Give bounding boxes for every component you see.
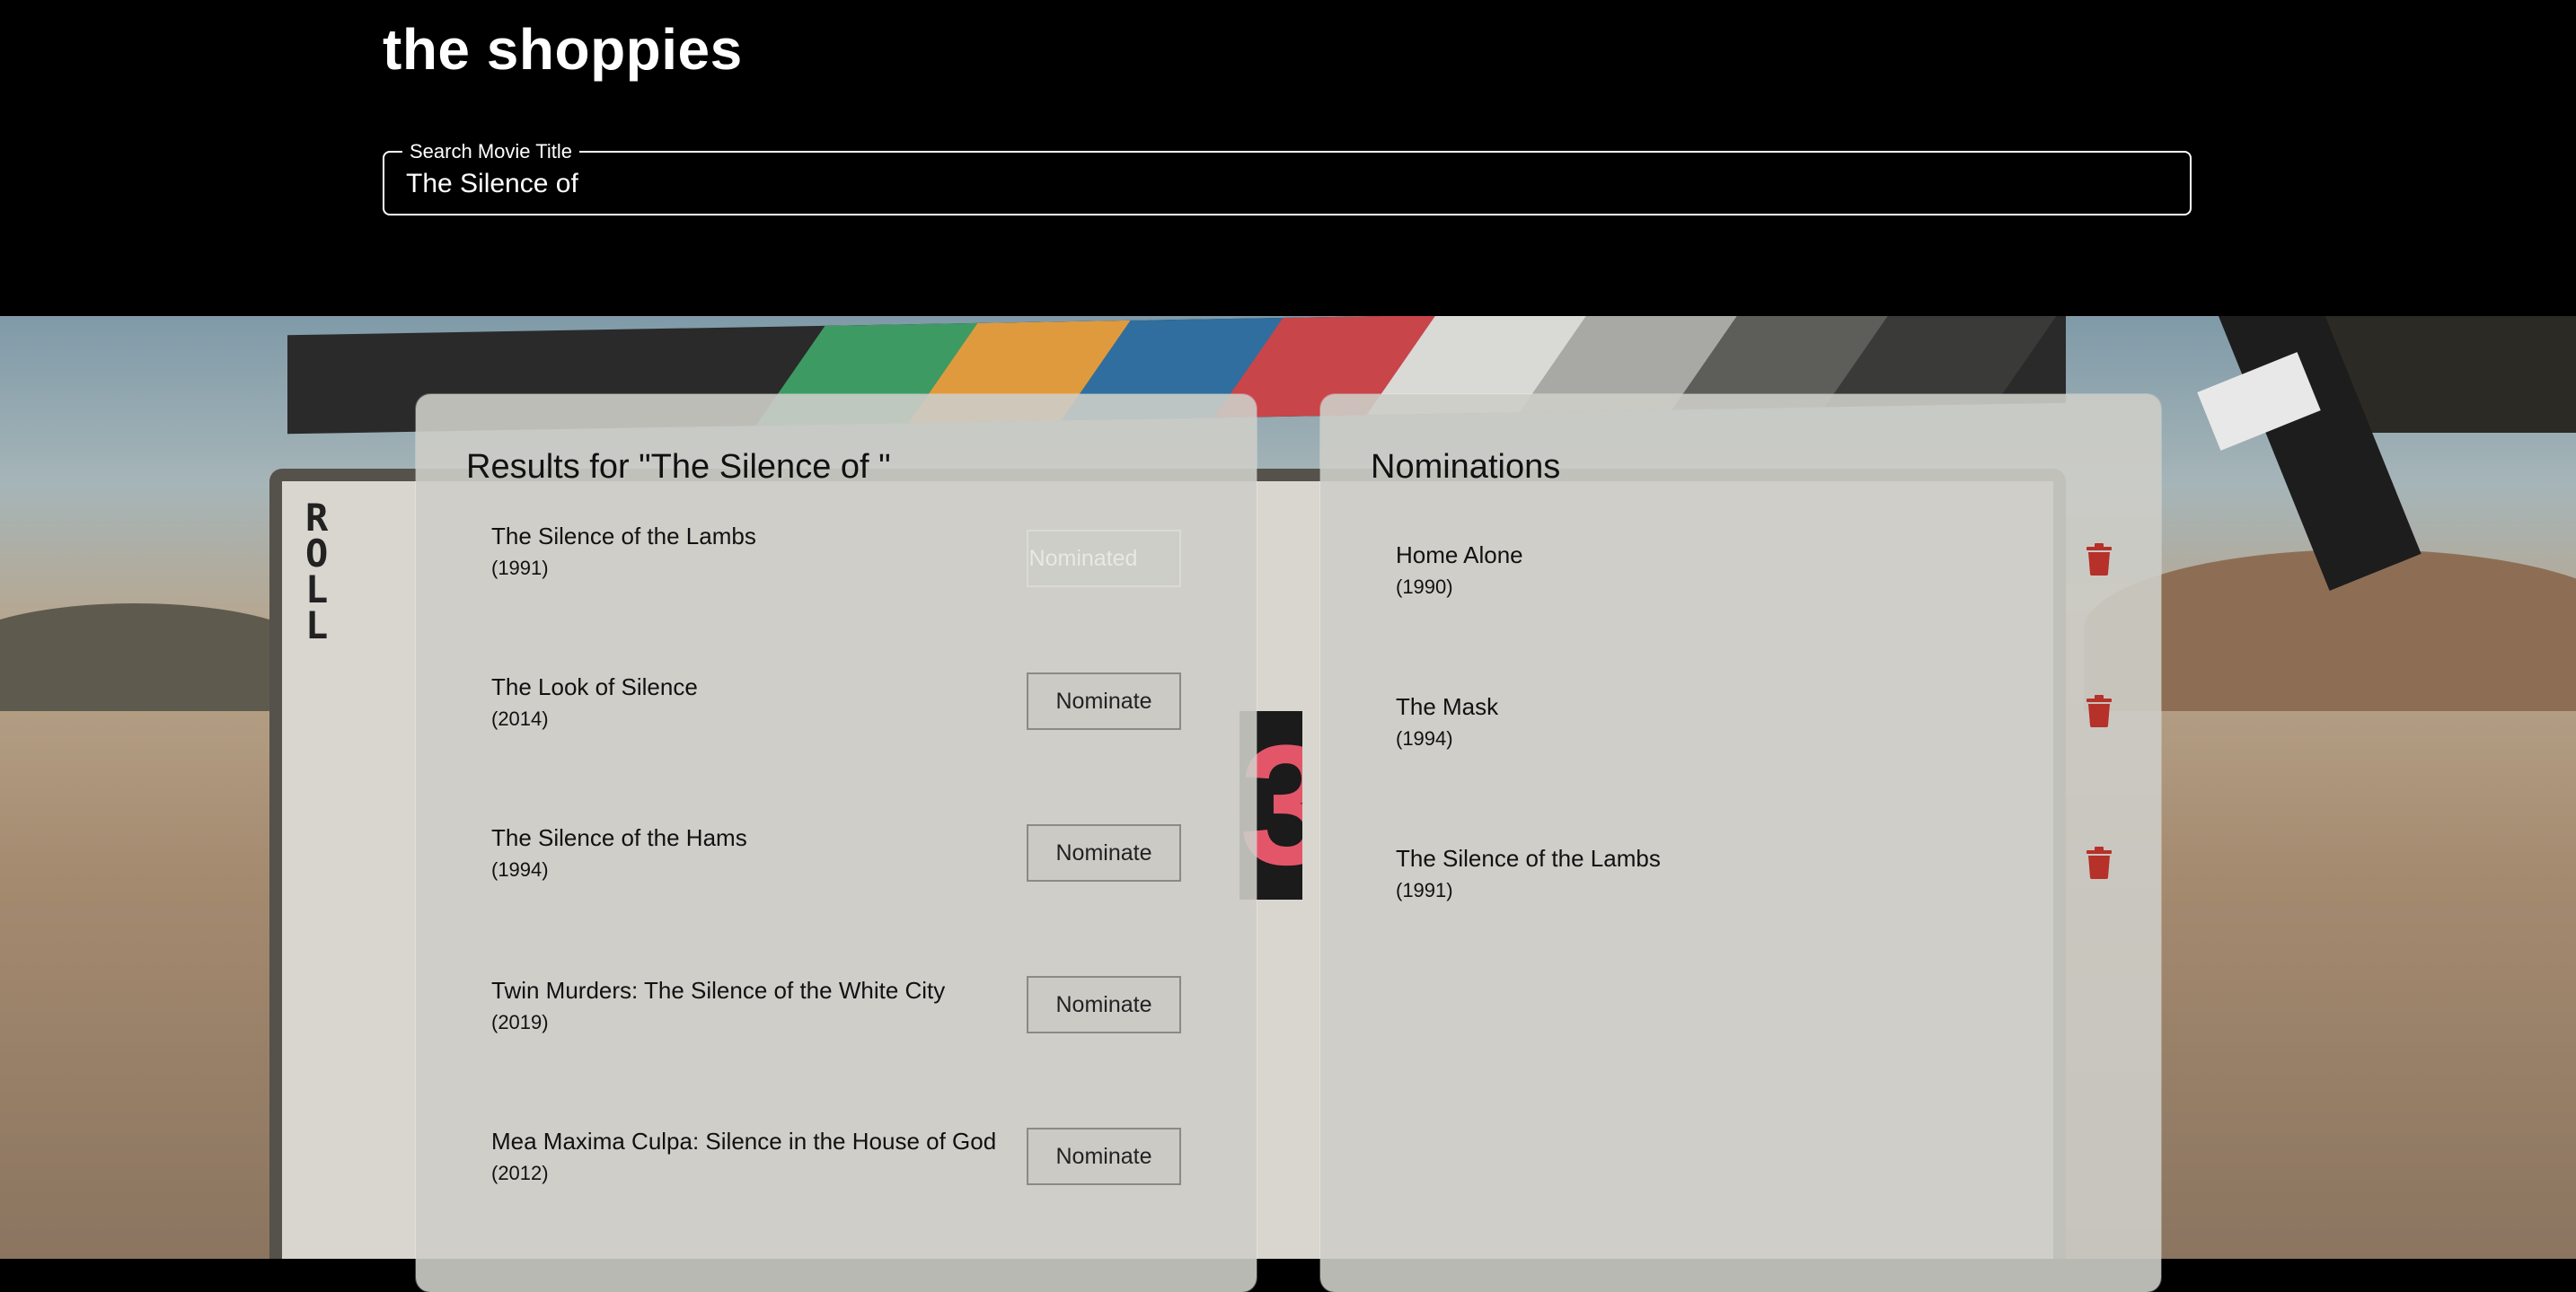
results-panel: Results for "The Silence of " The Silenc… (416, 394, 1257, 1292)
results-title: Results for "The Silence of " (466, 448, 891, 486)
result-title: Twin Murders: The Silence of the White C… (491, 977, 946, 1004)
nomination-item: Home Alone (1990) (1396, 541, 2132, 640)
nominated-button: Nominated (1027, 530, 1181, 587)
trash-icon (2086, 694, 2112, 727)
result-title: The Silence of the Lambs (491, 523, 756, 549)
result-item: Twin Murders: The Silence of the White C… (491, 976, 1228, 1076)
nominate-button[interactable]: Nominate (1027, 976, 1181, 1033)
nomination-item: The Silence of the Lambs (1991) (1396, 845, 2132, 944)
result-year: (1991) (491, 557, 549, 579)
nomination-year: (1994) (1396, 727, 1453, 750)
app-header: the shoppies Search Movie Title (0, 0, 2576, 316)
nominations-panel: Nominations Home Alone (1990) The Mask (… (1320, 394, 2161, 1292)
board-letters: ROLL (305, 496, 329, 647)
nomination-item: The Mask (1994) (1396, 693, 2132, 792)
nominated-button-label: Nominated (1028, 545, 1138, 571)
result-item: The Silence of the Lambs (1991) Nominate… (491, 523, 1228, 621)
result-year: (2014) (491, 708, 549, 730)
nomination-title: The Mask (1396, 693, 1499, 720)
nomination-title: Home Alone (1396, 541, 1523, 568)
search-field[interactable]: Search Movie Title (383, 140, 2192, 215)
result-year: (2019) (491, 1011, 549, 1033)
remove-nomination-button[interactable] (2084, 541, 2114, 579)
result-title: Mea Maxima Culpa: Silence in the House o… (491, 1128, 997, 1155)
result-year: (2012) (491, 1162, 549, 1184)
result-item: Mea Maxima Culpa: Silence in the House o… (491, 1128, 1228, 1226)
result-item: The Silence of the Hams (1994) Nominate (491, 824, 1228, 923)
nominate-button[interactable]: Nominate (1027, 1128, 1181, 1185)
remove-nomination-button[interactable] (2084, 693, 2114, 731)
trash-icon (2086, 542, 2112, 576)
background-photo: ROLL 3 (0, 316, 2576, 1259)
nominate-button[interactable]: Nominate (1027, 824, 1181, 882)
nominate-button[interactable]: Nominate (1027, 672, 1181, 730)
trash-icon (2086, 846, 2112, 879)
result-title: The Silence of the Hams (491, 824, 747, 851)
nominations-title: Nominations (1371, 448, 1561, 486)
search-input[interactable] (406, 163, 2166, 205)
remove-nomination-button[interactable] (2084, 845, 2114, 883)
search-label: Search Movie Title (402, 140, 579, 163)
nomination-year: (1991) (1396, 879, 1453, 901)
nomination-title: The Silence of the Lambs (1396, 845, 1661, 872)
result-year: (1994) (491, 858, 549, 881)
app-title: the shoppies (383, 17, 743, 82)
result-title: The Look of Silence (491, 673, 698, 700)
nomination-year: (1990) (1396, 576, 1453, 598)
result-item: The Look of Silence (2014) Nominate (491, 672, 1228, 772)
